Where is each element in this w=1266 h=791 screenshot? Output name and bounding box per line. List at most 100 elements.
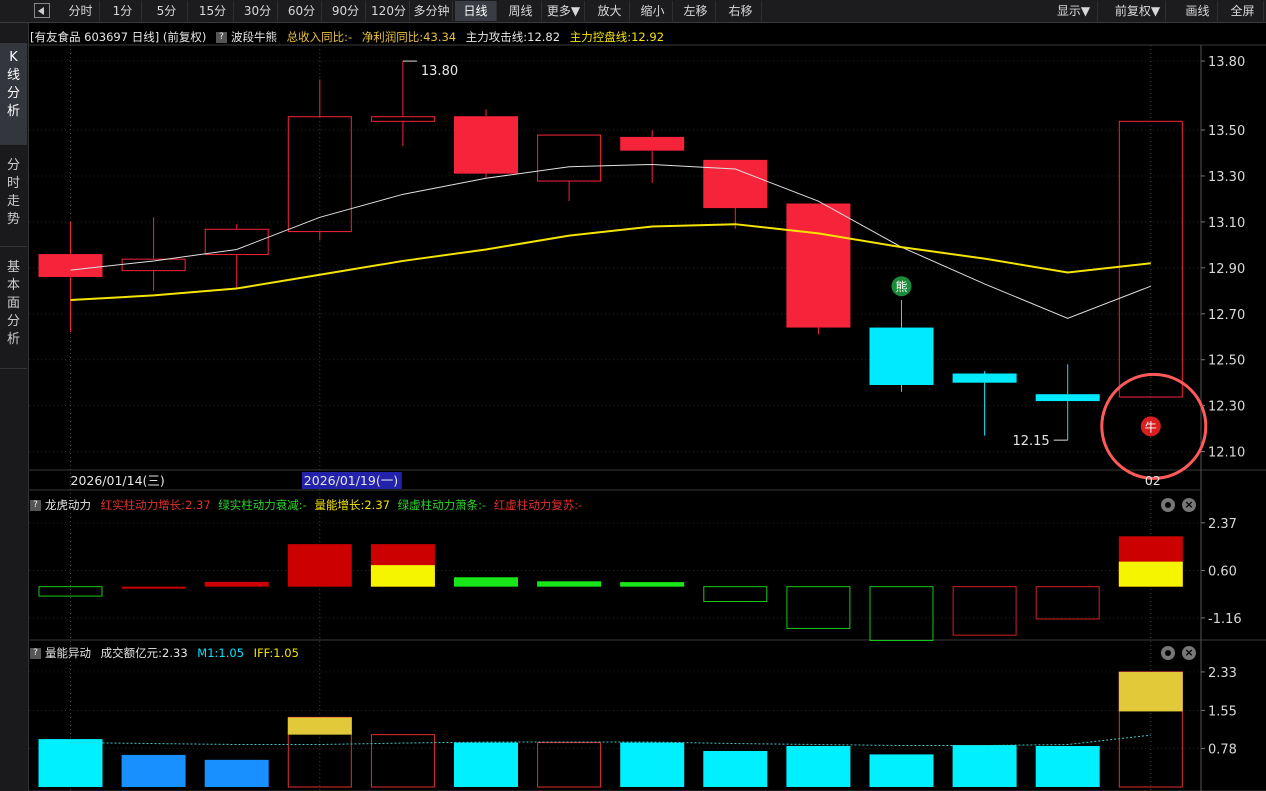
stock-title: [有友食品 603697 日线] (前复权) [30, 30, 207, 44]
legend-item: 绿虚柱动力萧条:- [397, 498, 487, 512]
y-tick-label: 13.80 [1208, 55, 1245, 70]
legend-item: 红虚柱动力复苏:- [493, 498, 583, 512]
y-tick-label: 13.10 [1208, 216, 1245, 231]
tab-daily[interactable]: 日线 [455, 1, 497, 21]
power-bar [620, 582, 685, 587]
volume-bar [370, 734, 435, 788]
candle-body [1118, 120, 1183, 398]
x-tick-label: 2026/01/19(一) [304, 473, 398, 488]
period-toolbar: 分时 1分 5分 15分 30分 60分 90分 120分 多分钟 日线 周线 … [0, 0, 1266, 23]
help-icon[interactable]: ? [215, 32, 227, 43]
legend-item: 绿实柱动力衰减:- [218, 498, 307, 512]
help-icon[interactable]: ? [30, 500, 41, 511]
legend-item: IFF:1.05 [253, 646, 299, 660]
tab-weekly[interactable]: 周线 [500, 1, 542, 21]
power-bar [537, 581, 602, 587]
tab-120min[interactable]: 120分 [368, 1, 410, 21]
tab-1min[interactable]: 1分 [104, 1, 142, 21]
more-dropdown[interactable]: 更多▼ [543, 1, 585, 21]
sidebar-tab-fundamental[interactable]: 基本面分析 [0, 249, 27, 369]
move-right-button[interactable]: 右移 [720, 1, 762, 21]
candle-body [869, 327, 934, 385]
signal-label: 牛 [1145, 419, 1157, 434]
peak-label: 13.80 [421, 64, 458, 79]
close-panel-icon[interactable]: × [1182, 498, 1196, 512]
volume-bar [1035, 746, 1100, 787]
volume-spike-bar [287, 717, 352, 735]
volume-bar [287, 716, 352, 788]
candle-body [454, 116, 518, 174]
volume-bar [38, 739, 103, 787]
stock-chart: 13.80 12.15 熊牛 13.80 13.50 13.30 13.10 12.90 12… [29, 44, 1266, 791]
power-bar [1118, 536, 1183, 587]
draw-line-button[interactable]: 画线 [1178, 1, 1218, 21]
signal-badge [891, 276, 912, 297]
volume-bar [869, 754, 934, 787]
zoom-out-button[interactable]: 缩小 [633, 1, 673, 21]
x-label-highlight [301, 472, 402, 489]
sidebar-tab-label: K线分析 [6, 50, 20, 119]
help-icon[interactable]: ? [30, 648, 41, 659]
candle-body [38, 254, 103, 278]
power-bar [703, 586, 768, 602]
display-dropdown[interactable]: 显示▼ [1050, 1, 1098, 21]
sidebar-tab-kline[interactable]: K线分析 [0, 43, 27, 145]
x-tick-label: 02 [1145, 473, 1161, 488]
y-tick-label: 13.50 [1208, 124, 1245, 139]
move-left-button[interactable]: 左移 [676, 1, 716, 21]
volume-growth-bar [370, 565, 435, 587]
zoom-in-button[interactable]: 放大 [590, 1, 630, 21]
power-bar [952, 586, 1017, 636]
indicator-name: 波段牛熊 [230, 30, 277, 44]
legend-item: M1:1.05 [197, 646, 245, 660]
tab-30min[interactable]: 30分 [238, 1, 278, 21]
y-tick-label: 12.10 [1208, 446, 1245, 461]
tab-60min[interactable]: 60分 [282, 1, 322, 21]
header-item-revenue: 总收入同比:- [286, 30, 353, 44]
power-bar [370, 544, 435, 587]
y-tick-label: 2.37 [1208, 517, 1237, 532]
volume-bar [620, 742, 685, 787]
y-tick-label: 12.70 [1208, 308, 1245, 323]
volume-growth-bar [1118, 561, 1183, 587]
candle-body [537, 134, 602, 182]
settings-gear-icon[interactable] [1161, 498, 1175, 512]
y-tick-label: 13.30 [1208, 170, 1245, 185]
dragon-tiger-header: ? 龙虎动力 红实柱动力增长:2.37 绿实柱动力衰减:- 量能增长:2.37 绿… [30, 496, 582, 514]
tab-multi-minute[interactable]: 多分钟 [411, 1, 453, 21]
y-tick-label: 12.50 [1208, 354, 1245, 369]
tab-5min[interactable]: 5分 [146, 1, 188, 21]
volume-bar [952, 745, 1017, 787]
sidebar-tab-intraday[interactable]: 分时走势 [0, 147, 27, 247]
tab-fenshi[interactable]: 分时 [62, 1, 100, 21]
header-item-control-line: 主力控盘线:12.92 [569, 30, 665, 44]
fullscreen-button[interactable]: 全屏 [1222, 1, 1264, 21]
m1-line [70, 734, 1151, 747]
close-panel-icon[interactable]: × [1182, 646, 1196, 660]
settings-gear-icon[interactable] [1161, 646, 1175, 660]
legend-item: 量能增长:2.37 [314, 498, 390, 512]
power-bar [121, 586, 186, 589]
volume-spike-bar [1118, 671, 1183, 712]
tab-15min[interactable]: 15分 [192, 1, 234, 21]
adjust-dropdown[interactable]: 前复权▼ [1110, 1, 1166, 21]
signal-label: 熊 [895, 279, 907, 294]
candle-body [370, 116, 435, 122]
legend-item: 红实柱动力增长:2.37 [100, 498, 211, 512]
volume-bar [703, 750, 768, 787]
trough-label: 12.15 [1012, 434, 1049, 449]
sidebar-tab-label: 基本面分析 [6, 260, 20, 347]
collapse-sidebar-button[interactable] [34, 3, 50, 18]
volume-bar [786, 746, 851, 787]
y-tick-label: 0.78 [1208, 742, 1237, 757]
sidebar: K线分析 分时走势 基本面分析 [0, 23, 29, 791]
y-tick-label: 12.90 [1208, 262, 1245, 277]
candle-body [952, 373, 1017, 383]
main-chart-header: [有友食品 603697 日线] (前复权) ? 波段牛熊 总收入同比:- 净利润… [30, 28, 664, 46]
volume-bar [1118, 671, 1183, 788]
header-item-attack-line: 主力攻击线:12.82 [465, 30, 561, 44]
tab-90min[interactable]: 90分 [326, 1, 366, 21]
candle-body [121, 258, 186, 272]
y-tick-label: -1.16 [1208, 612, 1242, 627]
sidebar-tab-label: 分时走势 [6, 158, 20, 227]
